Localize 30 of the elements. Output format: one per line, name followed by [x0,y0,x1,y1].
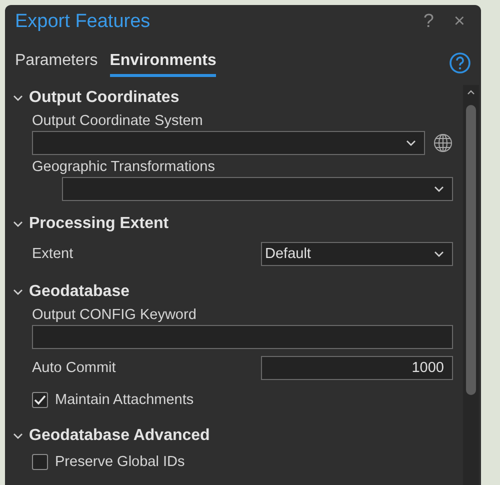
dropdown-field[interactable] [32,131,425,155]
tab[interactable]: Parameters [15,50,98,77]
caret-icon [434,251,444,257]
input-field[interactable]: 1000 [261,356,453,380]
checkbox[interactable] [32,392,48,408]
section-header[interactable]: Geodatabase [29,283,130,301]
dropdown-field[interactable]: Default [261,242,453,266]
field-label: Geographic Transformations [32,159,216,175]
help-button[interactable]: ? [417,11,440,33]
section-header[interactable]: Output Coordinates [29,89,180,107]
caret-icon [434,186,444,192]
checkbox-label: Maintain Attachments [55,392,194,408]
scroll-up-icon[interactable] [467,90,475,95]
field-label: Output Coordinate System [32,113,204,129]
section-header[interactable]: Geodatabase Advanced [29,427,210,445]
dropdown-field[interactable] [62,177,453,201]
checkbox[interactable] [32,454,48,470]
window-title: Export Features [15,11,152,33]
scrollbar[interactable] [463,85,479,485]
section-header[interactable]: Processing Extent [29,215,169,233]
globe-icon[interactable] [433,133,453,153]
caret-icon [406,140,416,146]
field-label: Output CONFIG Keyword [32,307,198,323]
input-field[interactable] [32,325,453,349]
tab[interactable]: Environments [110,50,216,77]
close-button[interactable]: × [448,11,471,33]
help-icon[interactable] [449,52,471,74]
checkbox-label: Preserve Global IDs [55,454,185,470]
field-label: Extent [32,246,74,262]
field-label: Auto Commit [32,360,117,376]
